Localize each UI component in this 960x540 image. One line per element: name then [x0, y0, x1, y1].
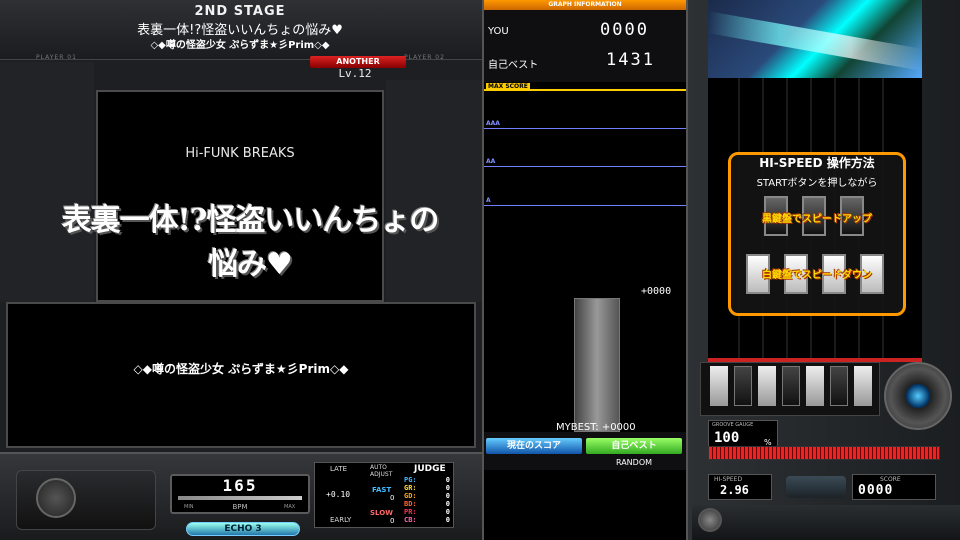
max-score-label: MAX SCORE	[486, 83, 530, 90]
judge-row-value: 0	[445, 516, 450, 524]
turntable-icon	[36, 478, 76, 518]
stage-label: 2ND STAGE	[194, 4, 286, 19]
turntable-icon	[884, 362, 952, 430]
aaa-line	[484, 128, 686, 129]
judge-row-value: 0	[445, 500, 450, 508]
song-artist-header: ◇◆噂の怪盗少女 ぷらずま★彡Prim◇◆	[150, 40, 330, 51]
judge-row-value: 0	[445, 476, 450, 484]
groove-gauge-bar	[708, 446, 940, 460]
best-score-bar	[574, 298, 620, 432]
late-label: LATE	[330, 465, 348, 473]
judge-row-pr: PR: 0	[404, 508, 450, 516]
key-7	[854, 366, 872, 406]
a-line	[484, 205, 686, 206]
groove-gauge-label: GROOVE GAUGE	[712, 422, 754, 428]
graph-header: GRAPH INFORMATION	[484, 0, 686, 10]
early-label: EARLY	[330, 516, 352, 524]
song-genre: Hi-FUNK BREAKS	[185, 146, 295, 161]
auto-adjust-label: AUTO ADJUST	[370, 464, 393, 478]
judge-row-label: PG:	[404, 476, 417, 484]
fast-label: FAST	[372, 486, 392, 494]
tab-personal-best[interactable]: 自己ベスト	[586, 438, 682, 454]
timing-offset: +0.10	[326, 490, 351, 499]
judge-row-pg: PG: 0	[404, 476, 450, 484]
effect-indicator: ECHO 3	[186, 522, 300, 536]
judge-row-label: PR:	[404, 508, 417, 516]
personal-best-label: 自己ベスト	[488, 60, 539, 71]
hispeed-help-subtitle: STARTボタンを押しながら	[756, 178, 878, 189]
groove-gauge-value: 100	[714, 430, 740, 446]
player2-label: PLAYER 02	[404, 54, 445, 61]
you-score: 0000	[600, 20, 649, 40]
hispeed-up-text: 黒鍵盤でスピードアップ	[762, 214, 872, 225]
graph-bottom-area	[484, 470, 686, 540]
judge-row-gd: GD: 0	[404, 492, 450, 500]
key-4	[782, 366, 800, 406]
player1-label: PLAYER 01	[36, 54, 77, 61]
hispeed-value: 2.96	[720, 483, 749, 497]
slow-count: 0	[390, 517, 395, 525]
song-artist: ◇◆噂の怪盗少女 ぷらずま★彡Prim◇◆	[133, 362, 349, 376]
tab-current-score[interactable]: 現在のスコア	[486, 438, 582, 454]
knob-icon	[698, 508, 722, 532]
judge-row-value: 0	[445, 484, 450, 492]
mybest-diff: MYBEST: +0000	[556, 422, 636, 433]
slow-label: SLOW	[370, 509, 393, 517]
key-1	[710, 366, 728, 406]
bpm-value: 165	[222, 476, 258, 495]
judge-row-label: GR:	[404, 484, 417, 492]
a-label: A	[486, 197, 491, 204]
judge-row-value: 0	[445, 508, 450, 516]
center-deco	[786, 476, 846, 498]
bpm-min-label: MIN	[184, 504, 194, 510]
judge-row-cb: CB: 0	[404, 516, 450, 524]
key-5	[806, 366, 824, 406]
personal-best-score: 1431	[606, 50, 655, 70]
score-diff: +0000	[641, 286, 672, 297]
bpm-max-label: MAX	[284, 504, 296, 510]
you-label: YOU	[488, 26, 509, 37]
judge-row-label: BD:	[404, 500, 417, 508]
hispeed-help-title: HI-SPEED 操作方法	[759, 156, 875, 170]
option-random: RANDOM	[615, 458, 653, 467]
judge-title: JUDGE	[414, 464, 446, 474]
score-value: 0000	[858, 483, 894, 498]
judge-row-gr: GR: 0	[404, 484, 450, 492]
key-3	[758, 366, 776, 406]
judge-row-value: 0	[445, 492, 450, 500]
hispeed-down-text: 白鍵盤でスピードダウン	[762, 270, 872, 281]
song-title-large: 表裏一体!?怪盗いいんちょの悩み♥	[61, 203, 440, 282]
level-label: Lv.12	[338, 67, 372, 80]
hispeed-label: HI-SPEED	[714, 476, 743, 483]
bottom-frame	[692, 505, 960, 540]
aaa-label: AAA	[486, 120, 500, 127]
key-2	[734, 366, 752, 406]
judge-row-label: CB:	[404, 516, 417, 524]
judge-row-bd: BD: 0	[404, 500, 450, 508]
judge-row-label: GD:	[404, 492, 417, 500]
fast-count: 0	[390, 494, 395, 502]
aa-line	[484, 166, 686, 167]
score-label: SCORE	[880, 476, 901, 483]
key-6	[830, 366, 848, 406]
aa-label: AA	[486, 158, 496, 165]
bpm-label: BPM	[232, 503, 248, 511]
bpm-bar-fill	[178, 496, 302, 500]
